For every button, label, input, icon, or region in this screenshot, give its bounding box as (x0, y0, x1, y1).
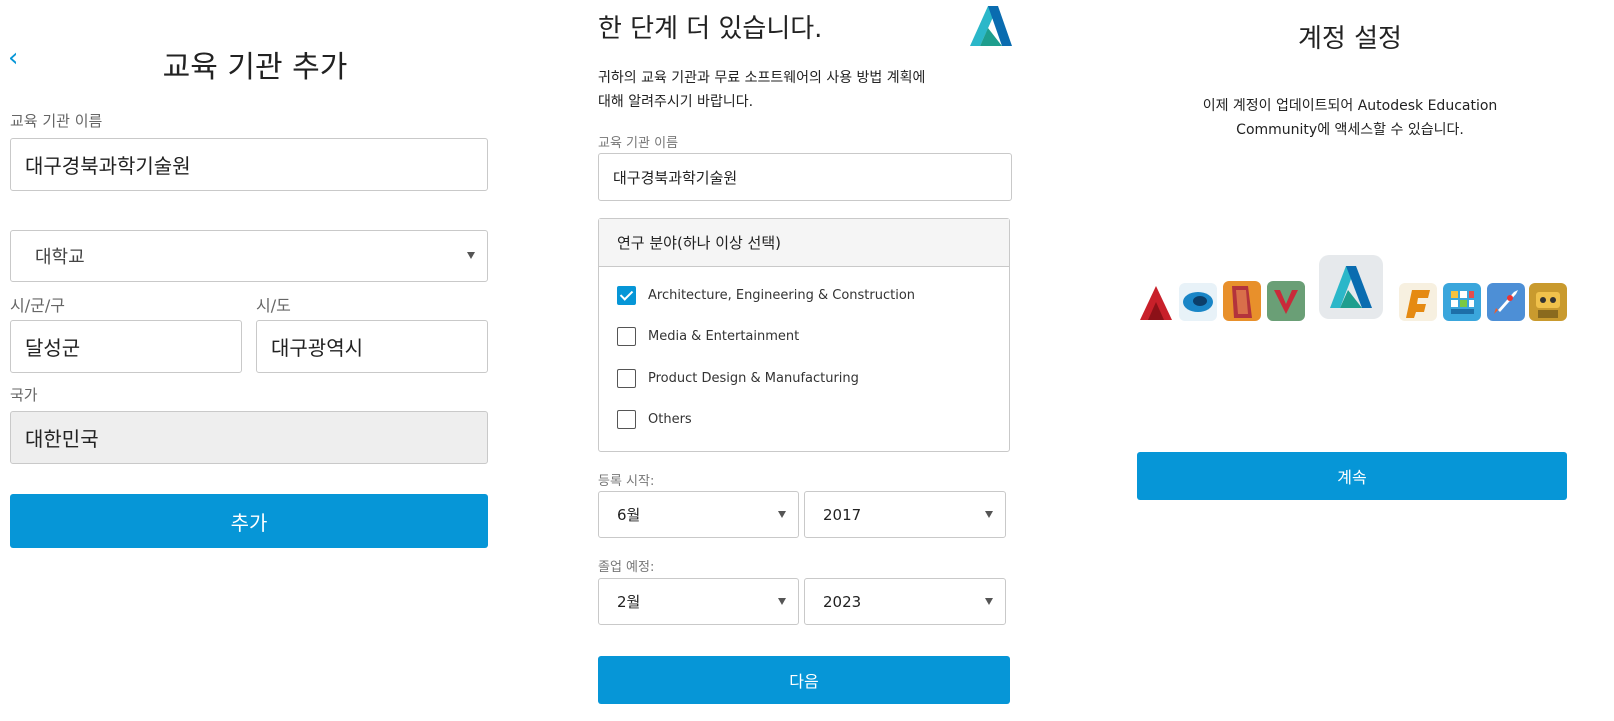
study-option-product-design[interactable]: Product Design & Manufacturing (617, 367, 859, 389)
page-title: 교육 기관 추가 (162, 50, 348, 85)
institution-name-input[interactable]: 대구경북과학기술원 (10, 138, 488, 191)
study-option-label: Media & Entertainment (648, 328, 800, 344)
description-line-1: 귀하의 교육 기관과 무료 소프트웨어의 사용 방법 계획에 (598, 70, 926, 86)
institution-type-select[interactable]: 대학교 (10, 230, 488, 282)
enroll-label: 등록 시작: (598, 474, 655, 489)
page-title: 한 단계 더 있습니다. (598, 14, 823, 44)
study-option-label: Product Design & Manufacturing (648, 370, 859, 386)
study-option-others[interactable]: Others (617, 408, 692, 430)
add-button[interactable]: 추가 (10, 494, 488, 548)
country-input: 대한민국 (10, 411, 488, 464)
formit-icon (1443, 283, 1481, 321)
institution-name-input[interactable]: 대구경북과학기술원 (598, 153, 1012, 201)
graduation-year-select[interactable]: 2023 (804, 578, 1006, 625)
autocad-icon (1140, 286, 1172, 320)
graduation-label: 졸업 예정: (598, 560, 655, 575)
description-line-2: Community에 액세스할 수 있습니다. (1236, 122, 1464, 138)
chevron-down-icon (985, 597, 993, 605)
graduation-year-value: 2023 (823, 592, 862, 611)
institution-label: 교육 기관 이름 (598, 136, 679, 151)
chevron-down-icon (467, 252, 475, 259)
city-input[interactable]: 달성군 (10, 320, 242, 373)
description-line-2: 대해 알려주시기 바랍니다. (598, 94, 754, 110)
institution-label: 교육 기관 이름 (10, 112, 103, 130)
study-field-group: 연구 분야(하나 이상 선택) Architecture, Engineerin… (598, 218, 1010, 452)
add-institution-panel: ‹ 교육 기관 추가 교육 기관 이름 대구경북과학기술원 대학교 시/군/구 … (0, 0, 520, 721)
study-field-header: 연구 분야(하나 이상 선택) (599, 219, 1009, 267)
institution-type-value: 대학교 (35, 247, 85, 268)
autodesk-logo-icon (970, 6, 1012, 50)
description: 귀하의 교육 기관과 무료 소프트웨어의 사용 방법 계획에 대해 알려주시기 … (598, 66, 1008, 114)
province-input[interactable]: 대구광역시 (256, 320, 488, 373)
country-label: 국가 (10, 386, 38, 404)
next-button[interactable]: 다음 (598, 656, 1010, 704)
institution-name-value: 대구경북과학기술원 (613, 168, 738, 187)
country-value: 대한민국 (25, 427, 99, 451)
institution-name-value: 대구경북과학기술원 (25, 154, 191, 178)
revit-icon (1223, 281, 1261, 321)
province-value: 대구광역시 (271, 336, 363, 360)
continue-button[interactable]: 계속 (1137, 452, 1567, 500)
enroll-month-value: 6월 (617, 506, 641, 524)
rocket-app-icon (1487, 283, 1525, 321)
chevron-down-icon (778, 597, 786, 605)
page-title: 계정 설정 (1298, 24, 1402, 54)
autodesk-logo-icon (1319, 255, 1383, 319)
study-option-media[interactable]: Media & Entertainment (617, 325, 799, 347)
study-option-aec[interactable]: Architecture, Engineering & Construction (617, 284, 915, 306)
3dsmax-icon (1179, 283, 1217, 321)
description-line-1: 이제 계정이 업데이트되어 Autodesk Education (1202, 98, 1498, 114)
navisworks-icon (1267, 281, 1305, 321)
graduation-month-value: 2월 (617, 593, 641, 611)
province-label: 시/도 (256, 296, 291, 315)
chevron-down-icon (778, 510, 786, 518)
fusion-icon (1399, 283, 1437, 321)
enroll-year-value: 2017 (823, 505, 862, 524)
description: 이제 계정이 업데이트되어 Autodesk Education Communi… (1130, 94, 1570, 142)
checkbox-icon[interactable] (617, 409, 636, 429)
enroll-year-select[interactable]: 2017 (804, 491, 1006, 538)
study-option-label: Architecture, Engineering & Construction (648, 287, 916, 303)
graduation-month-select[interactable]: 2월 (598, 578, 799, 625)
robot-app-icon (1529, 283, 1567, 321)
chevron-down-icon (985, 510, 993, 518)
checkbox-checked-icon[interactable] (617, 285, 636, 305)
city-value: 달성군 (25, 336, 81, 360)
enroll-month-select[interactable]: 6월 (598, 491, 799, 538)
checkbox-icon[interactable] (617, 368, 636, 388)
checkbox-icon[interactable] (617, 326, 636, 346)
account-setup-panel: 계정 설정 이제 계정이 업데이트되어 Autodesk Education C… (1130, 0, 1614, 721)
city-label: 시/군/구 (10, 296, 65, 315)
study-option-label: Others (648, 411, 692, 427)
study-info-panel: 한 단계 더 있습니다. 귀하의 교육 기관과 무료 소프트웨어의 사용 방법 … (598, 0, 1038, 721)
